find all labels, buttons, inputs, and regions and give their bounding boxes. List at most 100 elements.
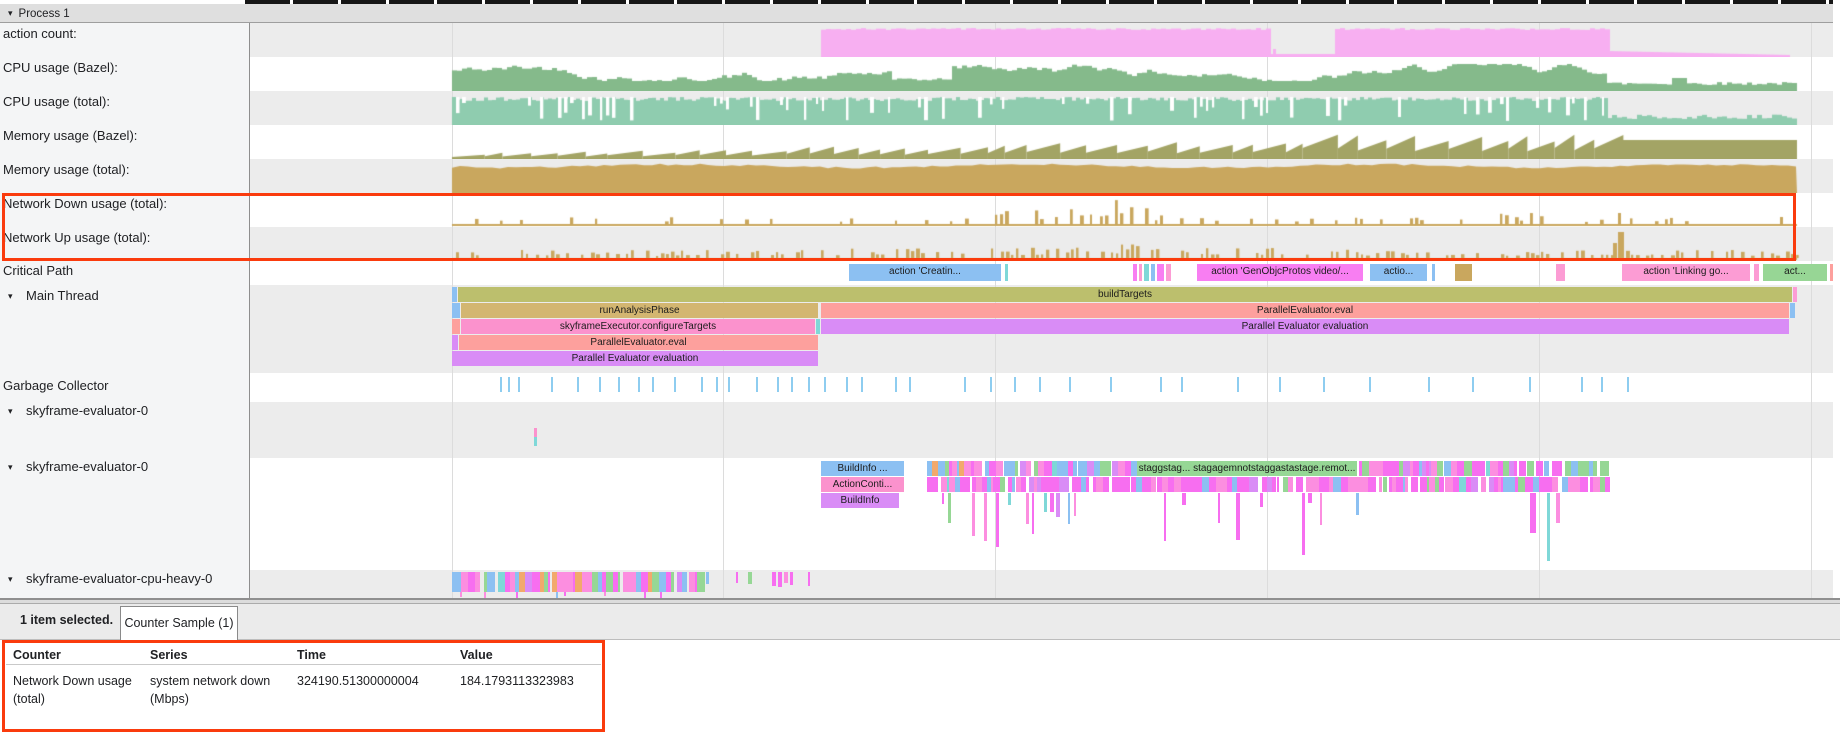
main-thread-slice[interactable]: skyframeExecutor.configureTargets bbox=[461, 319, 815, 334]
evaluator-slice[interactable] bbox=[1362, 461, 1369, 476]
evaluator-hang-slice[interactable] bbox=[1302, 493, 1305, 555]
cpu-heavy-slice[interactable] bbox=[778, 572, 782, 587]
evaluator-tiny-slice[interactable] bbox=[534, 428, 537, 446]
evaluator-slice[interactable] bbox=[1368, 477, 1376, 492]
critical-path-slice[interactable] bbox=[1133, 264, 1137, 281]
evaluator-slice[interactable] bbox=[1605, 477, 1610, 492]
evaluator-hang-slice[interactable] bbox=[1530, 493, 1536, 533]
cpu-heavy-slice[interactable] bbox=[586, 572, 593, 592]
process-header[interactable]: ▾Process 1 bbox=[0, 4, 1840, 23]
evaluator-hang-slice[interactable] bbox=[1050, 493, 1054, 512]
critical-path-slice[interactable]: action 'Creatin... bbox=[849, 264, 1001, 281]
evaluator-slice[interactable] bbox=[1333, 477, 1340, 492]
gc-event-tick[interactable] bbox=[1323, 377, 1325, 392]
evaluator-slice[interactable] bbox=[1118, 461, 1126, 476]
evaluator-hang-slice[interactable] bbox=[972, 493, 975, 536]
evaluator-slice[interactable] bbox=[1296, 477, 1302, 492]
evaluator-hang-slice[interactable] bbox=[984, 493, 987, 541]
evaluator-slice[interactable] bbox=[1341, 477, 1349, 492]
cpu-heavy-slice[interactable] bbox=[772, 572, 776, 586]
CPU-usage-total-chart[interactable] bbox=[250, 91, 1833, 125]
evaluator-hang-slice[interactable] bbox=[1068, 493, 1070, 524]
evaluator-slice[interactable] bbox=[1128, 477, 1130, 492]
evaluator-slice[interactable] bbox=[964, 461, 971, 476]
cpu-heavy-slice[interactable] bbox=[565, 572, 573, 592]
gc-event-tick[interactable] bbox=[518, 377, 520, 392]
evaluator-slice[interactable] bbox=[1503, 477, 1511, 492]
evaluator-slice[interactable] bbox=[1120, 477, 1127, 492]
cpu-heavy-slice[interactable] bbox=[652, 572, 659, 592]
section-main-thread[interactable]: ▾Main Thread bbox=[3, 288, 99, 303]
gc-event-tick[interactable] bbox=[1181, 377, 1183, 392]
evaluator-hang-slice[interactable] bbox=[1074, 493, 1076, 516]
evaluator-hang-slice[interactable] bbox=[1164, 493, 1166, 541]
gc-event-tick[interactable] bbox=[1237, 377, 1239, 392]
evaluator-slice[interactable] bbox=[1103, 477, 1110, 492]
evaluator-slice[interactable] bbox=[1571, 461, 1578, 476]
cpu-heavy-slice[interactable] bbox=[475, 572, 481, 592]
critical-path-slice[interactable]: act... bbox=[1763, 264, 1827, 281]
gc-event-tick[interactable] bbox=[508, 377, 510, 392]
gc-event-tick[interactable] bbox=[824, 377, 826, 392]
evaluator-hang-slice[interactable] bbox=[1356, 493, 1359, 515]
evaluator-slice[interactable] bbox=[1194, 477, 1202, 492]
evaluator-slice[interactable] bbox=[1288, 477, 1293, 492]
evaluator-slice[interactable] bbox=[1471, 477, 1478, 492]
evaluator-hang-slice[interactable] bbox=[1056, 493, 1060, 517]
disclosure-triangle-icon[interactable]: ▾ bbox=[3, 291, 26, 302]
section-skyframe-evaluator-0-a[interactable]: ▾skyframe-evaluator-0 bbox=[3, 403, 148, 418]
cpu-heavy-slice[interactable] bbox=[736, 572, 738, 583]
evaluator-slice[interactable] bbox=[996, 461, 1003, 476]
CPU-usage-Bazel-chart[interactable] bbox=[250, 57, 1833, 91]
evaluator-hang-slice[interactable] bbox=[1182, 493, 1186, 505]
cpu-heavy-slice[interactable] bbox=[629, 572, 636, 592]
disclosure-triangle-icon[interactable]: ▾ bbox=[3, 574, 26, 585]
gc-event-tick[interactable] bbox=[1369, 377, 1371, 392]
evaluator-hang-slice[interactable] bbox=[1547, 493, 1550, 561]
Memory-usage-total-chart[interactable] bbox=[250, 159, 1833, 193]
evaluator-slice[interactable] bbox=[1041, 477, 1048, 492]
evaluator-slice[interactable] bbox=[1539, 461, 1544, 476]
main-thread-slice[interactable]: runAnalysisPhase bbox=[461, 303, 818, 318]
cpu-heavy-slice[interactable] bbox=[808, 572, 810, 586]
evaluator-hang-slice[interactable] bbox=[1236, 493, 1240, 540]
section-skyframe-evaluator-cpu-heavy[interactable]: ▾skyframe-evaluator-cpu-heavy-0 bbox=[3, 571, 212, 586]
disclosure-triangle-icon[interactable]: ▾ bbox=[8, 8, 13, 18]
evaluator-slice[interactable] bbox=[1375, 461, 1383, 476]
main-thread-slice[interactable] bbox=[452, 319, 460, 334]
gc-event-tick[interactable] bbox=[1110, 377, 1112, 392]
evaluator-slice[interactable] bbox=[1202, 477, 1209, 492]
evaluator-slice[interactable] bbox=[1525, 477, 1532, 492]
main-thread-slice[interactable]: Parallel Evaluator evaluation bbox=[821, 319, 1789, 334]
cpu-heavy-slice[interactable] bbox=[604, 592, 606, 596]
cpu-heavy-slice[interactable] bbox=[525, 572, 532, 592]
gc-event-tick[interactable] bbox=[551, 377, 553, 392]
evaluator-hang-slice[interactable] bbox=[1026, 493, 1029, 524]
gc-event-tick[interactable] bbox=[1529, 377, 1531, 392]
evaluator-slice[interactable] bbox=[1519, 461, 1526, 476]
evaluator-slice[interactable] bbox=[1103, 461, 1111, 476]
evaluator-slice[interactable] bbox=[931, 477, 939, 492]
evaluator-slice[interactable] bbox=[1552, 477, 1558, 492]
critical-path-slice[interactable] bbox=[1166, 264, 1171, 281]
gc-event-tick[interactable] bbox=[1472, 377, 1474, 392]
evaluator-slice[interactable] bbox=[989, 461, 996, 476]
cpu-heavy-slice[interactable] bbox=[682, 572, 688, 592]
evaluator-slice[interactable] bbox=[974, 461, 982, 476]
gc-event-tick[interactable] bbox=[577, 377, 579, 392]
evaluator-slice[interactable] bbox=[1012, 477, 1014, 492]
evaluator-slice[interactable] bbox=[1254, 477, 1259, 492]
gc-event-tick[interactable] bbox=[1581, 377, 1583, 392]
evaluator-slice[interactable] bbox=[1545, 477, 1552, 492]
gc-event-tick[interactable] bbox=[1279, 377, 1281, 392]
evaluator-slice[interactable] bbox=[1527, 461, 1534, 476]
gc-event-tick[interactable] bbox=[1014, 377, 1016, 392]
gc-event-tick[interactable] bbox=[701, 377, 703, 392]
evaluator-slice[interactable] bbox=[1514, 461, 1517, 476]
cpu-heavy-slice[interactable] bbox=[490, 572, 495, 592]
section-skyframe-evaluator-0-b[interactable]: ▾skyframe-evaluator-0 bbox=[3, 459, 148, 474]
gc-event-tick[interactable] bbox=[500, 377, 502, 392]
main-thread-slice[interactable] bbox=[452, 335, 458, 350]
cpu-heavy-slice[interactable] bbox=[498, 572, 505, 592]
evaluator-hang-slice[interactable] bbox=[1260, 493, 1263, 507]
